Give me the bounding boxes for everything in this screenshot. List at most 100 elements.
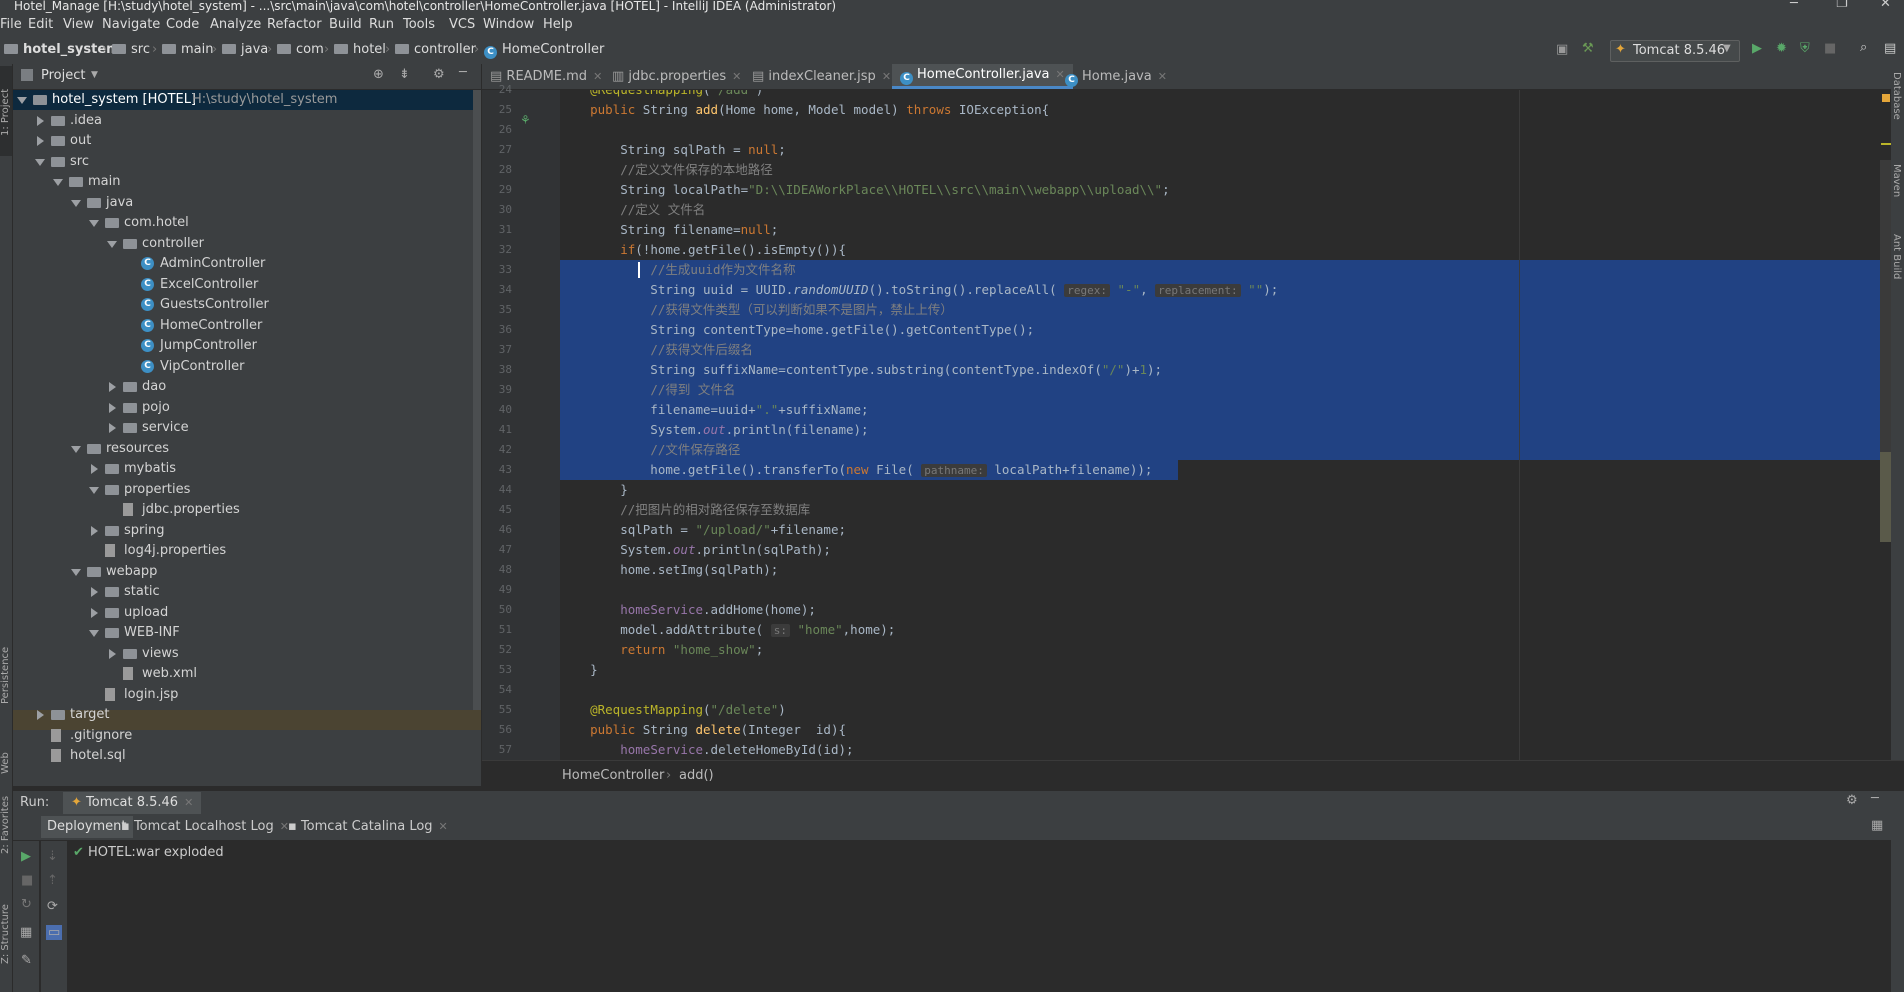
tree-item[interactable]: log4j.properties <box>13 541 473 561</box>
close-icon[interactable]: ✕ <box>593 70 602 83</box>
code-line[interactable]: String localPath="D:\\IDEAWorkPlace\\HOT… <box>560 180 1887 200</box>
tree-item[interactable]: out <box>13 131 473 151</box>
tree-item[interactable]: C AdminController <box>13 254 473 274</box>
menu-run[interactable]: Run <box>369 17 394 32</box>
code-line[interactable]: public String delete(Integer id){ <box>560 720 1887 740</box>
expand-arrow-icon[interactable] <box>89 486 99 494</box>
tree-item[interactable]: com.hotel <box>13 213 473 233</box>
menu-analyze[interactable]: Analyze <box>210 17 261 32</box>
code-editor[interactable]: @RequestMapping("/add") public String ad… <box>560 90 1887 760</box>
code-line[interactable]: //把图片的相对路径保存至数据库 <box>560 500 1887 520</box>
collapse-arrow-icon[interactable] <box>109 382 116 392</box>
tree-item[interactable]: java <box>13 193 473 213</box>
editor-gutter[interactable]: 24 25 26 27 28 29 30 31 32 33 34 35 36 37 38 39 40 41 42 43… <box>482 83 561 760</box>
tab-deployment[interactable]: Deployment <box>41 816 133 838</box>
collapse-arrow-icon[interactable] <box>91 587 98 597</box>
close-icon[interactable]: ✕ <box>882 70 891 83</box>
code-line[interactable]: home.setImg(sqlPath); <box>560 560 1887 580</box>
editor-breadcrumb-method[interactable]: add() <box>679 768 714 783</box>
code-line[interactable]: //定义 文件名 <box>560 200 1887 220</box>
breadcrumb-com[interactable]: com <box>277 42 324 57</box>
tree-item[interactable]: webapp <box>13 562 473 582</box>
monitor-icon[interactable]: ▭ <box>46 925 63 940</box>
debug-icon[interactable]: ✹ <box>1776 41 1787 56</box>
tree-scrollbar[interactable] <box>473 90 481 710</box>
close-icon[interactable]: ✕ <box>184 796 193 809</box>
menu-edit[interactable]: Edit <box>28 17 53 32</box>
expand-arrow-icon[interactable] <box>35 158 45 166</box>
layout-icon[interactable]: ▦ <box>20 925 32 940</box>
build-hammer-icon[interactable]: ⚒ <box>1582 41 1594 56</box>
code-line[interactable]: public String add(Home home, Model model… <box>560 100 1887 120</box>
collapse-arrow-icon[interactable] <box>37 136 44 146</box>
code-line[interactable]: if(!home.getFile().isEmpty()){ <box>560 240 1887 260</box>
tab-jdbc-properties[interactable]: ▥ jdbc.properties ✕ <box>612 64 741 89</box>
run-icon[interactable]: ▶ <box>1752 41 1762 56</box>
code-line[interactable]: String uuid = UUID.randomUUID().toString… <box>560 280 1887 300</box>
code-line[interactable]: sqlPath = "/upload/"+filename; <box>560 520 1887 540</box>
tree-item[interactable]: resources <box>13 439 473 459</box>
tab-homecontroller-java[interactable]: C HomeController.java ✕ <box>892 64 1073 89</box>
restart-icon[interactable]: ↻ <box>21 897 32 912</box>
tree-item[interactable]: mybatis <box>13 459 473 479</box>
code-line[interactable]: //生成uuid作为文件名称 <box>560 260 1887 280</box>
persistence-tool-label[interactable]: Persistence <box>0 647 11 704</box>
locate-icon[interactable]: ⊕ <box>373 67 384 82</box>
code-line[interactable]: homeService.deleteHomeById(id); <box>560 740 1887 760</box>
menu-tools[interactable]: Tools <box>403 17 435 32</box>
layout-icon[interactable]: ▦ <box>1871 818 1883 833</box>
hide-icon[interactable]: ─ <box>459 65 467 80</box>
tree-item[interactable]: jdbc.properties <box>13 500 473 520</box>
web-tool-label[interactable]: Web <box>0 752 11 774</box>
run-config-tab[interactable]: ✦ Tomcat 8.5.46 ✕ <box>63 792 202 814</box>
code-line[interactable]: //得到 文件名 <box>560 380 1887 400</box>
ant-build-tool-label[interactable]: Ant Build <box>1891 234 1902 279</box>
expand-arrow-icon[interactable] <box>89 630 99 637</box>
project-panel-title[interactable]: Project <box>41 68 85 83</box>
search-icon[interactable]: ⌕ <box>1860 40 1867 55</box>
breadcrumb-hotel[interactable]: hotel <box>334 42 386 57</box>
collapse-arrow-icon[interactable] <box>91 525 98 536</box>
expand-arrow-icon[interactable] <box>71 199 81 207</box>
collapse-arrow-icon[interactable] <box>91 607 98 618</box>
code-line[interactable]: } <box>560 480 1887 500</box>
tree-item[interactable]: target <box>13 705 473 725</box>
undeploy-icon[interactable]: ⇡ <box>47 873 58 888</box>
coverage-icon[interactable]: ⛨ <box>1800 41 1810 56</box>
expand-arrow-icon[interactable] <box>107 240 117 248</box>
code-line[interactable]: //获得文件类型（可以判断如果不是图片，禁止上传） <box>560 300 1887 320</box>
menu-help[interactable]: Help <box>543 17 573 32</box>
code-line[interactable]: @RequestMapping("/add") <box>560 90 1887 100</box>
close-icon[interactable]: ✕ <box>439 820 448 833</box>
tree-item[interactable]: dao <box>13 377 473 397</box>
minimize-icon[interactable]: ─ <box>1790 0 1798 10</box>
deployment-item[interactable]: ✔ HOTEL:war exploded <box>73 845 224 860</box>
gear-icon[interactable]: ⚙ <box>1846 793 1858 808</box>
tab-home-java[interactable]: C Home.java ✕ <box>1065 64 1167 89</box>
database-tool-label[interactable]: Database <box>1891 72 1902 120</box>
code-line[interactable]: //定义文件保存的本地路径 <box>560 160 1887 180</box>
tree-item[interactable]: controller <box>13 234 473 254</box>
menu-vcs[interactable]: VCS <box>449 17 475 32</box>
tree-item[interactable]: spring <box>13 521 473 541</box>
collapse-arrow-icon[interactable] <box>109 402 116 413</box>
breadcrumb-main[interactable]: main <box>162 42 213 57</box>
code-line[interactable]: //文件保存路径 <box>560 440 1887 460</box>
code-line[interactable] <box>560 680 1887 700</box>
tree-item[interactable]: views <box>13 644 473 664</box>
tree-item[interactable]: web.xml <box>13 664 473 684</box>
layout-icon[interactable]: ▤ <box>1884 41 1896 56</box>
structure-tool-label[interactable]: Z: Structure <box>0 904 11 964</box>
code-line[interactable]: String sqlPath = null; <box>560 140 1887 160</box>
tree-item[interactable]: static <box>13 582 473 602</box>
editor-breadcrumb-class[interactable]: HomeController <box>562 768 664 783</box>
tree-item[interactable]: C GuestsController <box>13 295 473 315</box>
tree-item[interactable]: upload <box>13 603 473 623</box>
collapse-arrow-icon[interactable] <box>37 710 44 720</box>
stop-icon[interactable]: ■ <box>21 873 33 888</box>
code-line[interactable]: String filename=null; <box>560 220 1887 240</box>
code-line[interactable]: System.out.println(filename); <box>560 420 1887 440</box>
code-line[interactable] <box>560 120 1887 140</box>
tree-item[interactable]: src <box>13 152 473 172</box>
stop-icon[interactable]: ■ <box>1824 41 1836 56</box>
